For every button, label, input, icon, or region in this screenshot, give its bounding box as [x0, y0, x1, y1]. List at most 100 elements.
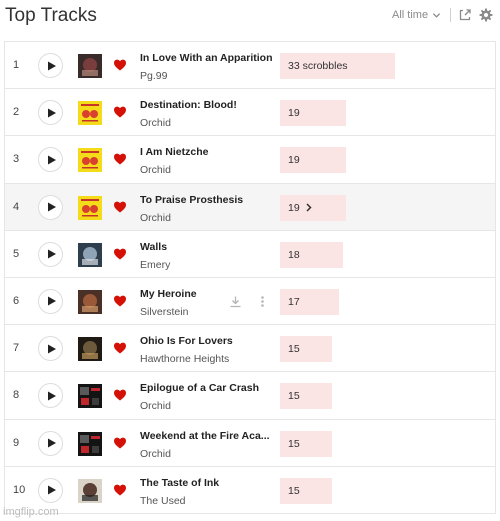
track-title-link[interactable]: My Heroine	[140, 288, 272, 300]
album-art[interactable]	[78, 431, 102, 456]
track-row[interactable]: 2 Destination: Blood! Orchid 19	[4, 89, 496, 137]
track-row[interactable]: 5 Walls Emery 18	[4, 230, 496, 278]
play-icon	[47, 202, 56, 212]
love-heart-icon[interactable]	[113, 436, 127, 450]
track-row[interactable]: 7 Ohio Is For Lovers Hawthorne Heights 15	[4, 325, 496, 373]
more-options-icon[interactable]	[256, 295, 269, 308]
love-heart-icon[interactable]	[113, 247, 127, 261]
scrobble-count: 33 scrobbles	[288, 60, 348, 72]
play-icon	[47, 296, 56, 306]
play-icon	[47, 61, 56, 70]
scrobble-count: 17	[288, 295, 300, 308]
track-rank: 9	[13, 436, 20, 449]
album-art[interactable]	[78, 478, 102, 503]
track-title-link[interactable]: In Love With an Apparition	[140, 52, 272, 64]
scrobble-count-link[interactable]: 15	[288, 383, 300, 409]
track-row[interactable]: 4 To Praise Prosthesis Orchid 19	[4, 183, 496, 231]
time-filter-dropdown[interactable]: All time	[392, 9, 441, 21]
play-button[interactable]	[38, 53, 63, 78]
album-art[interactable]	[78, 384, 102, 409]
album-art[interactable]	[78, 337, 102, 362]
scrobble-count: 15	[288, 484, 300, 497]
track-row[interactable]: 6 My Heroine Silverstein 17	[4, 277, 496, 326]
track-row[interactable]: 9 Weekend at the Fire Aca... Orchid 15	[4, 419, 496, 467]
track-title-link[interactable]: Weekend at the Fire Aca...	[140, 430, 272, 442]
love-heart-icon[interactable]	[113, 388, 127, 402]
play-button[interactable]	[38, 194, 63, 220]
play-button[interactable]	[38, 383, 63, 409]
artist-link[interactable]: Emery	[140, 259, 272, 271]
play-icon	[47, 249, 56, 259]
play-button[interactable]	[38, 147, 63, 173]
album-art[interactable]	[78, 242, 102, 267]
track-title-link[interactable]: Ohio Is For Lovers	[140, 335, 272, 347]
play-button[interactable]	[38, 336, 63, 362]
play-button[interactable]	[38, 288, 63, 314]
track-rank: 1	[13, 59, 20, 71]
artist-link[interactable]: Hawthorne Heights	[140, 353, 272, 365]
track-rank: 6	[13, 294, 20, 307]
gear-icon[interactable]	[479, 8, 493, 22]
top-tracks-header: Top Tracks All time	[0, 0, 500, 36]
section-title: Top Tracks	[5, 5, 97, 26]
track-rank: 4	[13, 200, 20, 213]
play-button[interactable]	[38, 477, 63, 503]
track-title-link[interactable]: To Praise Prosthesis	[140, 194, 272, 206]
scrobble-count-link[interactable]: 19	[288, 100, 300, 126]
album-art[interactable]	[78, 54, 102, 78]
artist-link[interactable]: Orchid	[140, 164, 272, 176]
scrobble-count-link[interactable]: 15	[288, 431, 300, 457]
album-art[interactable]	[78, 101, 102, 126]
scrobble-count-link[interactable]: 15	[288, 336, 300, 362]
play-button[interactable]	[38, 241, 63, 267]
love-heart-icon[interactable]	[113, 341, 127, 355]
love-heart-icon[interactable]	[113, 152, 127, 166]
scrobble-count: 19	[288, 201, 300, 214]
scrobble-count: 15	[288, 390, 300, 403]
artist-link[interactable]: The Used	[140, 495, 272, 507]
track-rank: 2	[13, 106, 20, 119]
album-art[interactable]	[78, 148, 102, 173]
top-tracks-widget: Top Tracks All time 1 In Love With an App…	[0, 0, 500, 521]
play-icon	[47, 155, 56, 165]
scrobble-count-link[interactable]: 33 scrobbles	[288, 53, 348, 79]
artist-link[interactable]: Orchid	[140, 117, 272, 129]
album-art[interactable]	[78, 195, 102, 220]
album-art[interactable]	[78, 289, 102, 314]
track-title-link[interactable]: Epilogue of a Car Crash	[140, 382, 272, 394]
artist-link[interactable]: Orchid	[140, 212, 272, 224]
track-row[interactable]: 3 I Am Nietzche Orchid 19	[4, 136, 496, 184]
play-icon	[47, 485, 56, 495]
love-heart-icon[interactable]	[113, 483, 127, 497]
scrobble-count: 19	[288, 154, 300, 167]
love-heart-icon[interactable]	[113, 105, 127, 119]
scrobble-count: 15	[288, 343, 300, 356]
artist-link[interactable]: Orchid	[140, 448, 272, 460]
artist-link[interactable]: Orchid	[140, 400, 272, 412]
track-title-link[interactable]: The Taste of Ink	[140, 477, 272, 489]
track-title-link[interactable]: Walls	[140, 241, 272, 253]
track-title-link[interactable]: I Am Nietzche	[140, 146, 272, 158]
love-heart-icon[interactable]	[113, 294, 127, 308]
artist-link[interactable]: Silverstein	[140, 306, 272, 318]
play-icon	[47, 391, 56, 401]
track-row[interactable]: 1 In Love With an Apparition Pg.99 33 scrob…	[4, 42, 496, 90]
time-filter-label: All time	[392, 9, 429, 21]
scrobble-count-link[interactable]: 19	[288, 147, 300, 173]
artist-link[interactable]: Pg.99	[140, 70, 272, 82]
play-icon	[47, 344, 56, 354]
scrobble-count-link[interactable]: 15	[288, 478, 300, 504]
scrobble-count-link[interactable]: 17	[288, 289, 300, 315]
play-button[interactable]	[38, 100, 63, 126]
track-row[interactable]: 10 The Taste of Ink The Used 15	[4, 466, 496, 514]
track-title-link[interactable]: Destination: Blood!	[140, 99, 272, 111]
download-icon[interactable]	[229, 295, 242, 308]
chevron-right-icon	[306, 203, 312, 212]
love-heart-icon[interactable]	[113, 58, 127, 72]
scrobble-count-link[interactable]: 18	[288, 242, 300, 268]
track-row[interactable]: 8 Epilogue of a Car Crash Orchid 15	[4, 372, 496, 420]
share-icon[interactable]	[458, 8, 472, 22]
play-button[interactable]	[38, 430, 63, 456]
scrobble-count-link[interactable]: 19	[288, 195, 313, 221]
love-heart-icon[interactable]	[113, 200, 127, 214]
